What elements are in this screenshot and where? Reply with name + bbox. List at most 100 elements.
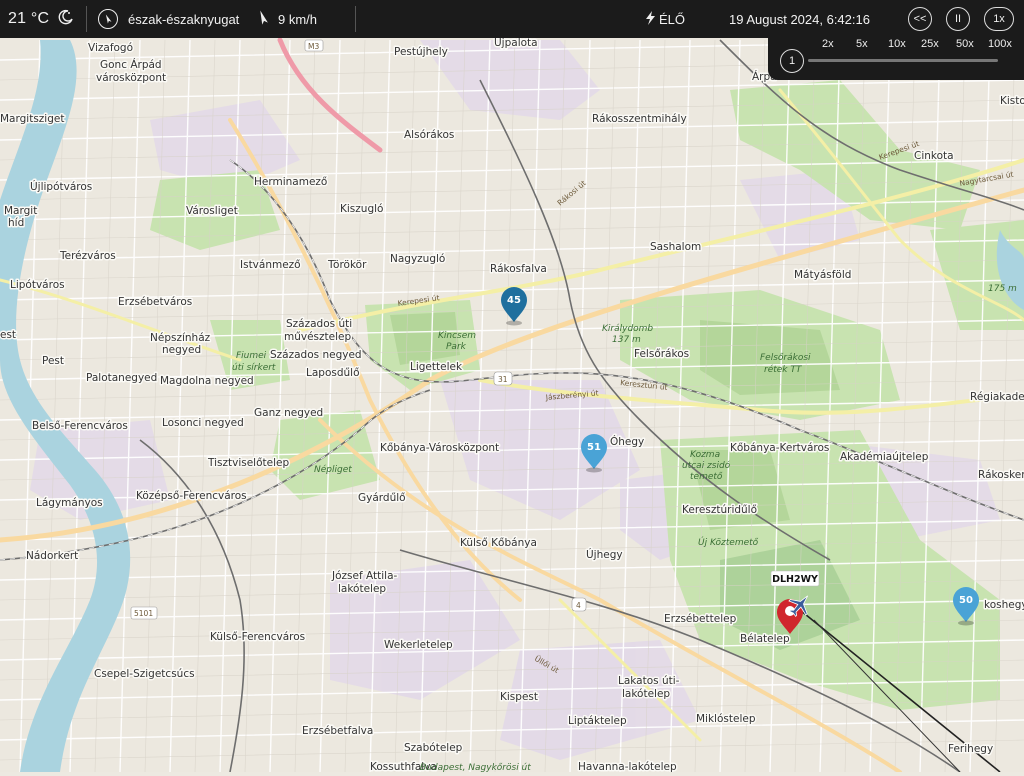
label-losonci-negyed: Losonci negyed <box>162 417 244 429</box>
label-lakotelep: lakótelep <box>338 583 386 595</box>
label-cinkota: Cinkota <box>914 150 954 162</box>
pause-icon: II <box>946 7 970 31</box>
map-svg[interactable]: Vizafogó Gonc Árpád városközpont Margits… <box>0 0 1024 775</box>
weather-moon-icon <box>58 9 74 30</box>
label-margit: Margit <box>4 205 37 217</box>
top-bar: 21 °C észak-északnyugat 9 km/h ÉLŐ 19 Au… <box>0 0 1024 38</box>
label-torokor: Törökör <box>327 259 367 271</box>
label-fiumei: Fiumei <box>236 351 267 361</box>
label-gyardulo: Gyárdűlő <box>358 492 406 504</box>
marker-label: 51 <box>587 442 601 453</box>
label-rakoskere: Rákoskere <box>978 469 1024 481</box>
road-shield-31: 31 <box>498 375 508 384</box>
divider <box>86 6 87 32</box>
label-lakatos-lakotelep: lakótelep <box>622 688 670 700</box>
road-shield-5101: 5101 <box>134 609 153 618</box>
label-wekerletelep: Wekerletelep <box>384 639 453 651</box>
label-felsorakosi: Felsőrákosi <box>760 353 811 363</box>
temperature-value: 21 °C <box>8 10 50 27</box>
label-nepszinhaz: Népszínház <box>150 332 211 344</box>
wind-speed: 9 km/h <box>258 0 317 38</box>
label-kobanya-varoskozpont: Kőbánya-Városközpont <box>380 442 499 454</box>
label-175m: 175 m <box>988 284 1017 294</box>
speed-option-10x[interactable]: 10x <box>888 38 906 50</box>
label-muvesztelep: művésztelep <box>284 331 351 343</box>
speed-panel: 2x 5x 10x 25x 50x 100x 1 <box>768 38 1024 80</box>
label-csepel-szigetcsucs: Csepel-Szigetcsúcs <box>94 668 195 680</box>
pause-button[interactable]: II <box>946 0 970 38</box>
label-negyed: negyed <box>162 344 201 356</box>
label-gonc-arpad: Gonc Árpád <box>100 58 162 71</box>
label-kincsem: Kincsem <box>438 331 476 341</box>
label-kiralydomb: Királydomb <box>602 324 653 334</box>
rewind-button[interactable]: << <box>908 0 932 38</box>
label-kulso-kobanya: Külső Kőbánya <box>460 537 537 549</box>
label-felsorakos: Felsőrákos <box>634 348 689 360</box>
label-lagymanyos: Lágymányos <box>36 497 103 509</box>
label-nagyzuglo: Nagyzugló <box>390 253 445 265</box>
playback-speed-button[interactable]: 1x <box>984 0 1014 38</box>
playback-speed-label: 1x <box>984 7 1014 31</box>
label-margitsziget: Margitsziget <box>0 113 64 125</box>
label-pest: Pest <box>42 355 64 367</box>
label-varosliget: Városliget <box>186 205 238 217</box>
label-alsorakos: Alsórákos <box>404 129 454 141</box>
label-erzsebetfalva: Erzsébetfalva <box>302 725 373 737</box>
label-uti-sirkert: úti sírkert <box>232 363 276 373</box>
marker-label: 50 <box>959 595 973 606</box>
label-liptaktelep: Liptáktelep <box>568 715 627 727</box>
label-nadorkert: Nádorkert <box>26 550 78 562</box>
label-szazados-negyed: Százados negyed <box>270 349 362 361</box>
label-nagykorosi: Budapest, Nagykőrösi út <box>420 763 531 772</box>
label-palotanegyed: Palotanegyed <box>86 372 157 384</box>
label-kozma: Kozma <box>690 450 720 460</box>
divider <box>355 6 356 32</box>
speed-option-2x[interactable]: 2x <box>822 38 834 50</box>
speed-option-5x[interactable]: 5x <box>856 38 868 50</box>
label-hid: híd <box>8 217 24 229</box>
label-varoskozpont: városközpont <box>96 72 166 84</box>
label-magdolna-negyed: Magdolna negyed <box>160 375 254 387</box>
flight-callsign: DLH2WY <box>772 574 818 585</box>
label-lipotvaros: Lipótváros <box>10 279 65 291</box>
road-shield-m3: M3 <box>308 42 319 51</box>
speed-option-25x[interactable]: 25x <box>921 38 939 50</box>
label-belatelep: Bélatelep <box>740 633 790 645</box>
label-akademiaujtelep: Akadémiaújtelep <box>840 451 929 463</box>
speed-slider-track[interactable] <box>808 59 998 62</box>
label-nepliget: Népliget <box>314 464 352 475</box>
label-est: est <box>0 329 16 341</box>
label-pestujhely: Pestújhely <box>394 46 448 58</box>
label-szabotelep: Szabótelep <box>404 742 463 754</box>
label-lakatos-uti: Lakatos úti- <box>618 675 680 687</box>
label-jozsef-attila: József Attila- <box>331 570 397 582</box>
live-indicator[interactable]: ÉLŐ <box>646 0 685 38</box>
label-kozepso-ferencvaros: Középső-Ferencváros <box>136 490 247 502</box>
weather-temperature: 21 °C <box>8 0 74 38</box>
flight-callsign-tag[interactable]: DLH2WY <box>770 570 820 587</box>
label-sashalom: Sashalom <box>650 241 701 253</box>
label-137m: 137 m <box>612 335 641 345</box>
lightning-icon <box>646 10 655 28</box>
label-kispest: Kispest <box>500 691 538 703</box>
label-belso-ferencvaros: Belső-Ferencváros <box>32 420 128 432</box>
label-temeto: temető <box>690 472 723 482</box>
speed-option-100x[interactable]: 100x <box>988 38 1012 50</box>
datetime: 19 August 2024, 6:42:16 <box>729 11 870 27</box>
label-park: Park <box>446 342 467 352</box>
label-mikostelep: Miklóstelep <box>696 713 756 725</box>
label-istvanmezo: Istvánmező <box>240 259 301 271</box>
label-havanna-lakotelep: Havanna-lakótelep <box>578 761 677 772</box>
label-ganz-negyed: Ganz negyed <box>254 407 323 419</box>
wind-speed-value: 9 km/h <box>278 11 318 27</box>
label-tisztviselotelep: Tisztviselőtelep <box>207 457 289 469</box>
speed-slider-knob[interactable]: 1 <box>780 49 804 73</box>
label-erzsebettelep: Erzsébettelep <box>664 613 737 625</box>
map-canvas[interactable]: Vizafogó Gonc Árpád városközpont Margits… <box>0 0 1024 775</box>
live-label: ÉLŐ <box>659 11 686 27</box>
marker-label: 45 <box>507 295 521 306</box>
label-herminamezo: Herminamező <box>254 176 327 188</box>
label-rakosfalva: Rákosfalva <box>490 263 547 275</box>
speed-option-50x[interactable]: 50x <box>956 38 974 50</box>
label-ujhegy: Újhegy <box>586 548 623 561</box>
